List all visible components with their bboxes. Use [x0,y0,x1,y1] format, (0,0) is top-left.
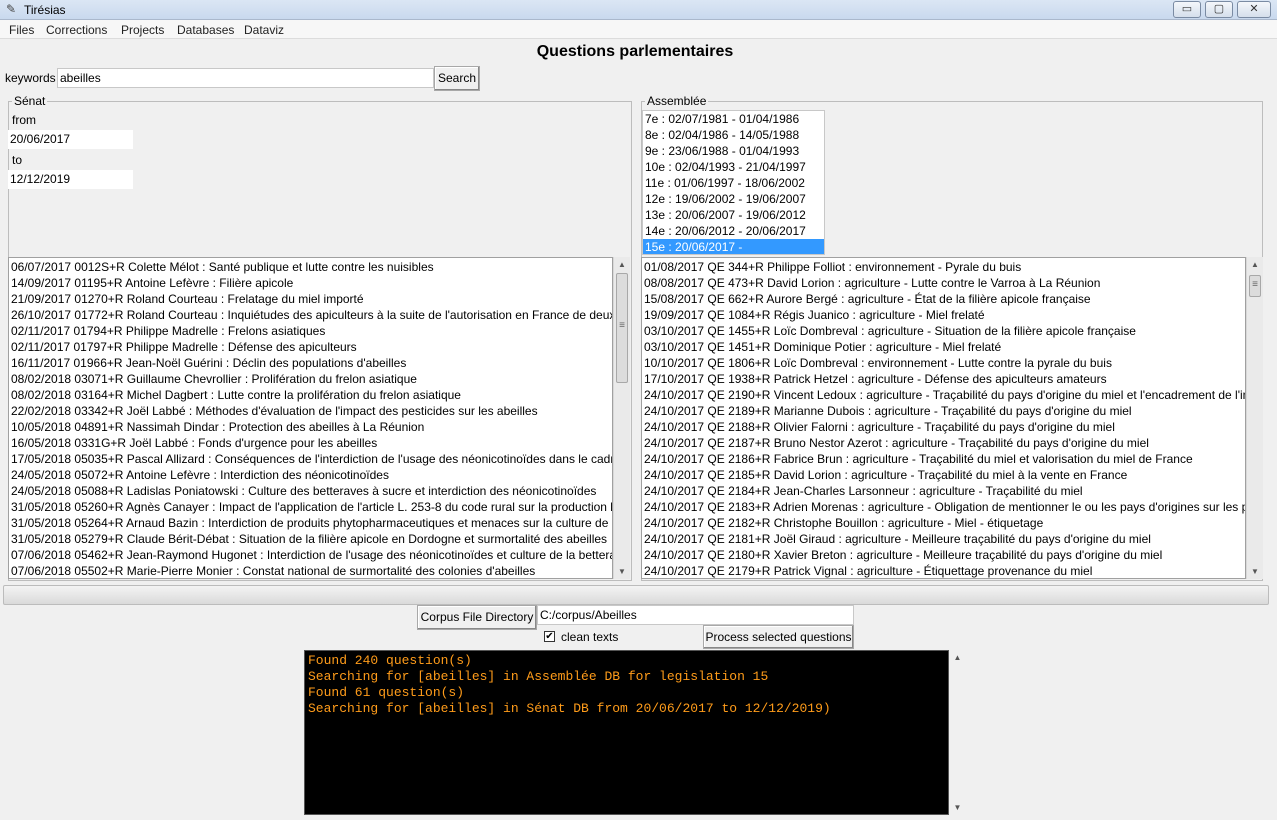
legislature-item[interactable]: 11e : 01/06/1997 - 18/06/2002 [643,175,824,191]
senat-result-row[interactable]: 16/05/2018 0331G+R Joël Labbé : Fonds d'… [9,435,612,451]
assemblee-result-row[interactable]: 24/10/2017 QE 2188+R Olivier Falorni : a… [642,419,1245,435]
console-line: Searching for [abeilles] in Sénat DB fro… [308,701,831,716]
senat-result-row[interactable]: 02/11/2017 01797+R Philippe Madrelle : D… [9,339,612,355]
senat-result-row[interactable]: 08/02/2018 03164+R Michel Dagbert : Lutt… [9,387,612,403]
senat-scroll-thumb[interactable]: ≡ [616,273,628,383]
senat-result-row[interactable]: 16/11/2017 01966+R Jean-Noël Guérini : D… [9,355,612,371]
senat-scrollbar[interactable]: ▲ ≡ ▼ [613,257,630,579]
keywords-input[interactable]: abeilles [57,68,434,88]
senat-result-row[interactable]: 31/05/2018 05264+R Arnaud Bazin : Interd… [9,515,612,531]
senat-result-row[interactable]: 14/09/2017 01195+R Antoine Lefèvre : Fil… [9,275,612,291]
log-console[interactable]: Found 240 question(s) Searching for [abei… [304,650,949,815]
senat-result-row[interactable]: 07/06/2018 05502+R Marie-Pierre Monier :… [9,563,612,578]
senat-result-row[interactable]: 17/05/2018 05035+R Pascal Allizard : Con… [9,451,612,467]
scroll-up-icon[interactable]: ▲ [1247,260,1263,269]
keywords-label: keywords [5,71,56,85]
assemblee-result-row[interactable]: 24/10/2017 QE 2183+R Adrien Morenas : ag… [642,499,1245,515]
legislature-item[interactable]: 10e : 02/04/1993 - 21/04/1997 [643,159,824,175]
assemblee-scrollbar[interactable]: ▲ ≡ ▼ [1246,257,1263,579]
assemblee-result-row[interactable]: 24/10/2017 QE 2179+R Patrick Vignal : ag… [642,563,1245,578]
assemblee-result-row[interactable]: 01/08/2017 QE 344+R Philippe Folliot : e… [642,259,1245,275]
maximize-button[interactable]: ▢ [1205,1,1233,18]
assemblee-result-row[interactable]: 24/10/2017 QE 2184+R Jean-Charles Larson… [642,483,1245,499]
senat-to-input[interactable]: 12/12/2019 [8,170,133,189]
clean-texts-checkbox[interactable]: ✔ [544,631,555,642]
senat-result-row[interactable]: 31/05/2018 05260+R Agnès Canayer : Impac… [9,499,612,515]
assemblee-result-row[interactable]: 03/10/2017 QE 1455+R Loïc Dombreval : ag… [642,323,1245,339]
assemblee-result-row[interactable]: 08/08/2017 QE 473+R David Lorion : agric… [642,275,1245,291]
process-button[interactable]: Process selected questions [703,625,854,649]
assemblee-result-row[interactable]: 24/10/2017 QE 2186+R Fabrice Brun : agri… [642,451,1245,467]
senat-result-row[interactable]: 26/10/2017 01772+R Roland Courteau : Inq… [9,307,612,323]
assemblee-frame-title: Assemblée [645,94,709,108]
menu-files[interactable]: Files [9,23,34,37]
page-title: Questions parlementaires [536,43,734,60]
assemblee-result-row[interactable]: 24/10/2017 QE 2182+R Christophe Bouillon… [642,515,1245,531]
senat-result-row[interactable]: 08/02/2018 03071+R Guillaume Chevrollier… [9,371,612,387]
menu-databases[interactable]: Databases [177,23,234,37]
quill-icon: ✎ [6,2,17,16]
window-title: Tirésias [24,3,66,17]
assemblee-results-list[interactable]: 01/08/2017 QE 344+R Philippe Folliot : e… [641,257,1246,579]
assemblee-result-row[interactable]: 03/10/2017 QE 1451+R Dominique Potier : … [642,339,1245,355]
menu-corrections[interactable]: Corrections [46,23,107,37]
legislature-item[interactable]: 15e : 20/06/2017 - [643,239,824,254]
senat-result-row[interactable]: 24/05/2018 05088+R Ladislas Poniatowski … [9,483,612,499]
legislature-item[interactable]: 12e : 19/06/2002 - 19/06/2007 [643,191,824,207]
senat-result-row[interactable]: 31/05/2018 05279+R Claude Bérit-Débat : … [9,531,612,547]
legislature-item[interactable]: 9e : 23/06/1988 - 01/04/1993 [643,143,824,159]
scroll-up-icon[interactable]: ▲ [614,260,630,269]
senat-from-input[interactable]: 20/06/2017 [8,130,133,149]
menu-bar: Files Corrections Projects Databases Dat… [0,20,1277,39]
scroll-down-icon[interactable]: ▼ [614,567,630,576]
senat-result-row[interactable]: 02/11/2017 01794+R Philippe Madrelle : F… [9,323,612,339]
assemblee-result-row[interactable]: 24/10/2017 QE 2189+R Marianne Dubois : a… [642,403,1245,419]
legislature-item[interactable]: 14e : 20/06/2012 - 20/06/2017 [643,223,824,239]
assemblee-result-row[interactable]: 10/10/2017 QE 1806+R Loïc Dombreval : en… [642,355,1245,371]
assemblee-result-row[interactable]: 24/10/2017 QE 2190+R Vincent Ledoux : ag… [642,387,1245,403]
senat-result-row[interactable]: 24/05/2018 05072+R Antoine Lefèvre : Int… [9,467,612,483]
assemblee-result-row[interactable]: 15/08/2017 QE 662+R Aurore Bergé : agric… [642,291,1245,307]
menu-dataviz[interactable]: Dataviz [244,23,284,37]
scroll-down-icon[interactable]: ▼ [949,803,966,812]
senat-results-list[interactable]: 06/07/2017 0012S+R Colette Mélot : Santé… [8,257,613,579]
assemblee-result-row[interactable]: 24/10/2017 QE 2185+R David Lorion : agri… [642,467,1245,483]
corpus-path-input[interactable]: C:/corpus/Abeilles [537,605,854,625]
corpus-directory-button[interactable]: Corpus File Directory [417,605,537,630]
clean-texts-label: clean texts [561,630,619,644]
close-button[interactable]: ✕ [1237,1,1271,18]
assemblee-scroll-thumb[interactable]: ≡ [1249,275,1261,297]
legislature-list[interactable]: 7e : 02/07/1981 - 01/04/1986 8e : 02/04/1… [642,110,825,255]
assemblee-result-row[interactable]: 24/10/2017 QE 2180+R Xavier Breton : agr… [642,547,1245,563]
menu-projects[interactable]: Projects [121,23,164,37]
senat-result-row[interactable]: 10/05/2018 04891+R Nassimah Dindar : Pro… [9,419,612,435]
scroll-up-icon[interactable]: ▲ [949,653,966,662]
search-button[interactable]: Search [434,66,480,91]
senat-result-row[interactable]: 06/07/2017 0012S+R Colette Mélot : Santé… [9,259,612,275]
legislature-item[interactable]: 8e : 02/04/1986 - 14/05/1988 [643,127,824,143]
senat-from-label: from [12,113,36,127]
scroll-down-icon[interactable]: ▼ [1247,567,1263,576]
senat-result-row[interactable]: 21/09/2017 01270+R Roland Courteau : Fre… [9,291,612,307]
senat-result-row[interactable]: 07/06/2018 05462+R Jean-Raymond Hugonet … [9,547,612,563]
console-line: Searching for [abeilles] in Assemblée DB… [308,669,769,684]
assemblee-result-row[interactable]: 24/10/2017 QE 2181+R Joël Giraud : agric… [642,531,1245,547]
assemblee-result-row[interactable]: 24/10/2017 QE 2187+R Bruno Nestor Azerot… [642,435,1245,451]
assemblee-result-row[interactable]: 17/10/2017 QE 1938+R Patrick Hetzel : ag… [642,371,1245,387]
minimize-button[interactable]: ▭ [1173,1,1201,18]
senat-to-label: to [12,153,23,167]
assemblee-result-row[interactable]: 19/09/2017 QE 1084+R Régis Juanico : agr… [642,307,1245,323]
grip-icon: ≡ [1252,279,1258,290]
console-scrollbar[interactable]: ▲ ▼ [949,650,966,815]
console-line: Found 240 question(s) [308,653,472,668]
progress-bar [3,585,1269,605]
legislature-item[interactable]: 7e : 02/07/1981 - 01/04/1986 [643,111,824,127]
legislature-item[interactable]: 13e : 20/06/2007 - 19/06/2012 [643,207,824,223]
senat-frame-title: Sénat [12,94,48,108]
console-line: Found 61 question(s) [308,685,465,700]
senat-result-row[interactable]: 22/02/2018 03342+R Joël Labbé : Méthodes… [9,403,612,419]
grip-icon: ≡ [619,320,625,331]
title-bar: ✎ Tirésias ▭ ▢ ✕ [0,0,1277,20]
